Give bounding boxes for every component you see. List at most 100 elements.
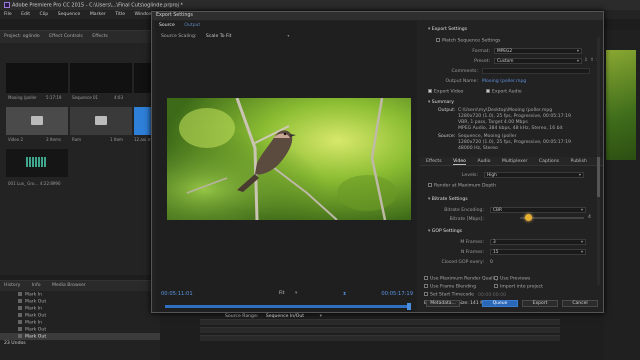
chevron-down-icon[interactable]: ▾ bbox=[320, 314, 322, 319]
bitrate-encoding-select[interactable]: CBR bbox=[490, 207, 586, 213]
playhead[interactable] bbox=[407, 303, 411, 310]
summary-source-label: Source: bbox=[438, 134, 456, 139]
bitrate-settings-header[interactable]: Bitrate Settings bbox=[428, 197, 468, 202]
save-preset-icon[interactable]: ⇩ bbox=[584, 58, 588, 63]
preview-scrubber[interactable] bbox=[165, 303, 411, 310]
project-folder-thumb[interactable] bbox=[70, 107, 132, 135]
checkbox-icon bbox=[424, 292, 428, 296]
use-previews-checkbox[interactable]: Use Previews bbox=[494, 276, 530, 282]
max-render-quality-checkbox[interactable]: Use Maximum Render Quality bbox=[424, 276, 498, 282]
format-select[interactable]: MPEG2 bbox=[494, 48, 582, 54]
tab-project[interactable]: Project: oglinde bbox=[4, 34, 40, 39]
menu-marker[interactable]: Marker bbox=[90, 12, 106, 17]
history-item-selected[interactable]: Mark Out bbox=[0, 333, 160, 340]
export-audio-label: Export Audio bbox=[492, 89, 522, 95]
queue-button[interactable]: Queue bbox=[482, 300, 518, 307]
preset-select[interactable]: Custom bbox=[494, 58, 582, 64]
import-into-project-checkbox[interactable]: Import into project bbox=[494, 284, 543, 290]
menu-window[interactable]: Window bbox=[135, 12, 153, 17]
bitrate-slider[interactable] bbox=[520, 214, 584, 221]
bitrate-value[interactable]: 4 bbox=[588, 215, 591, 220]
timeline-track[interactable] bbox=[200, 335, 560, 341]
scrollbar-thumb[interactable] bbox=[597, 157, 600, 197]
export-button[interactable]: Export bbox=[522, 300, 558, 307]
tab-output[interactable]: Output bbox=[184, 23, 200, 28]
tab-audio[interactable]: Audio bbox=[477, 159, 490, 164]
render-max-depth-checkbox[interactable]: Render at Maximum Depth bbox=[428, 183, 496, 189]
tab-video[interactable]: Video bbox=[453, 159, 466, 165]
n-frames-select[interactable]: 15 bbox=[490, 249, 586, 255]
export-settings-dialog: Export Settings Source Output Source Sca… bbox=[151, 11, 604, 319]
frame-blending-checkbox[interactable]: Use Frame Blending bbox=[424, 284, 476, 290]
app-title: Adobe Premiere Pro CC 2015 - C:\Users\..… bbox=[12, 2, 184, 9]
import-preset-icon[interactable]: ⇧ bbox=[590, 58, 594, 63]
start-timecode-input[interactable]: 00:00:00:00 bbox=[478, 293, 506, 298]
timecode-current[interactable]: 00:05:11:01 bbox=[161, 291, 193, 297]
export-video-checkbox[interactable]: Export Video bbox=[428, 89, 463, 95]
history-step-icon bbox=[18, 334, 22, 338]
export-settings-header[interactable]: Export Settings bbox=[428, 27, 467, 32]
tab-captions[interactable]: Captions bbox=[539, 159, 559, 164]
history-item[interactable]: Mark In bbox=[0, 305, 160, 312]
menu-edit[interactable]: Edit bbox=[21, 12, 30, 17]
checkbox-icon bbox=[424, 284, 428, 288]
project-item-name: Ram bbox=[72, 137, 82, 142]
tab-history[interactable]: History bbox=[4, 283, 20, 288]
history-tabs: History Info Media Browser bbox=[0, 281, 160, 291]
summary-source-line: Sequence, Mooing (poller bbox=[458, 134, 517, 139]
history-item[interactable]: Mark Out bbox=[0, 312, 160, 319]
history-item[interactable]: Mark Out bbox=[0, 298, 160, 305]
history-panel: History Info Media Browser Mark In Mark … bbox=[0, 280, 160, 360]
project-item-thumb[interactable] bbox=[6, 63, 68, 93]
metadata-button[interactable]: Metadata... bbox=[426, 300, 460, 307]
tab-effects[interactable]: Effects bbox=[426, 159, 442, 164]
chevron-down-icon[interactable]: ▾ bbox=[287, 33, 289, 38]
summary-output-line: MPEG Audio, 384 kbps, 48 kHz, Stereo, 16… bbox=[458, 126, 563, 131]
source-scaling-select[interactable]: Scale To Fit bbox=[206, 34, 286, 39]
output-name-label: Output Name: bbox=[445, 79, 478, 84]
checkbox-icon bbox=[436, 38, 440, 42]
history-item[interactable]: Mark In bbox=[0, 319, 160, 326]
slider-handle[interactable] bbox=[525, 214, 532, 221]
project-item-thumb[interactable] bbox=[70, 63, 132, 93]
tab-effect-controls[interactable]: Effect Controls bbox=[49, 34, 83, 39]
menu-file[interactable]: File bbox=[4, 12, 12, 17]
history-step-icon bbox=[18, 306, 22, 310]
cancel-button[interactable]: Cancel bbox=[562, 300, 598, 307]
set-start-timecode-checkbox[interactable]: Set Start Timecode 00:00:00:00 bbox=[424, 292, 506, 298]
output-name-link[interactable]: Mooing (poller.mpg bbox=[482, 79, 526, 84]
n-frames-label: N Frames: bbox=[460, 250, 484, 255]
history-item[interactable]: Mark In bbox=[0, 291, 160, 298]
set-in-out-icon[interactable]: ⧗ bbox=[343, 291, 346, 297]
gop-settings-header[interactable]: GOP Settings bbox=[428, 229, 462, 234]
m-frames-select[interactable]: 3 bbox=[490, 239, 586, 245]
menu-sequence[interactable]: Sequence bbox=[58, 12, 81, 17]
premiere-logo-icon bbox=[4, 2, 10, 8]
menu-title[interactable]: Title bbox=[115, 12, 125, 17]
project-folder-thumb[interactable] bbox=[6, 107, 68, 135]
tab-effects[interactable]: Effects bbox=[92, 34, 108, 39]
tab-source[interactable]: Source bbox=[159, 23, 175, 28]
match-sequence-checkbox[interactable]: Match Sequence Settings bbox=[436, 38, 500, 44]
project-item-meta: 3 Items bbox=[46, 137, 62, 142]
history-item[interactable]: Mark Out bbox=[0, 326, 160, 333]
closed-gop-value[interactable]: 0 bbox=[490, 260, 493, 265]
export-audio-checkbox[interactable]: Export Audio bbox=[486, 89, 522, 95]
source-range-select[interactable]: Sequence In/Out bbox=[266, 314, 304, 319]
tab-publish[interactable]: Publish bbox=[571, 159, 587, 164]
summary-header[interactable]: Summary bbox=[428, 100, 454, 105]
chevron-down-icon[interactable]: ▾ bbox=[295, 291, 297, 296]
settings-scrollbar[interactable] bbox=[597, 37, 600, 285]
tab-media-browser[interactable]: Media Browser bbox=[52, 283, 86, 288]
comments-input[interactable] bbox=[482, 68, 590, 74]
fit-select[interactable]: Fit bbox=[279, 291, 284, 296]
tab-multiplexer[interactable]: Multiplexer bbox=[502, 159, 527, 164]
frame-blending-label: Use Frame Blending bbox=[430, 284, 476, 290]
levels-select[interactable]: High bbox=[484, 172, 584, 178]
project-audio-thumb[interactable] bbox=[6, 149, 68, 177]
timeline-track[interactable] bbox=[200, 327, 560, 333]
timeline-track[interactable] bbox=[200, 319, 560, 325]
menu-clip[interactable]: Clip bbox=[40, 12, 49, 17]
tab-info[interactable]: Info bbox=[32, 283, 41, 288]
bird-video-frame bbox=[167, 98, 411, 220]
